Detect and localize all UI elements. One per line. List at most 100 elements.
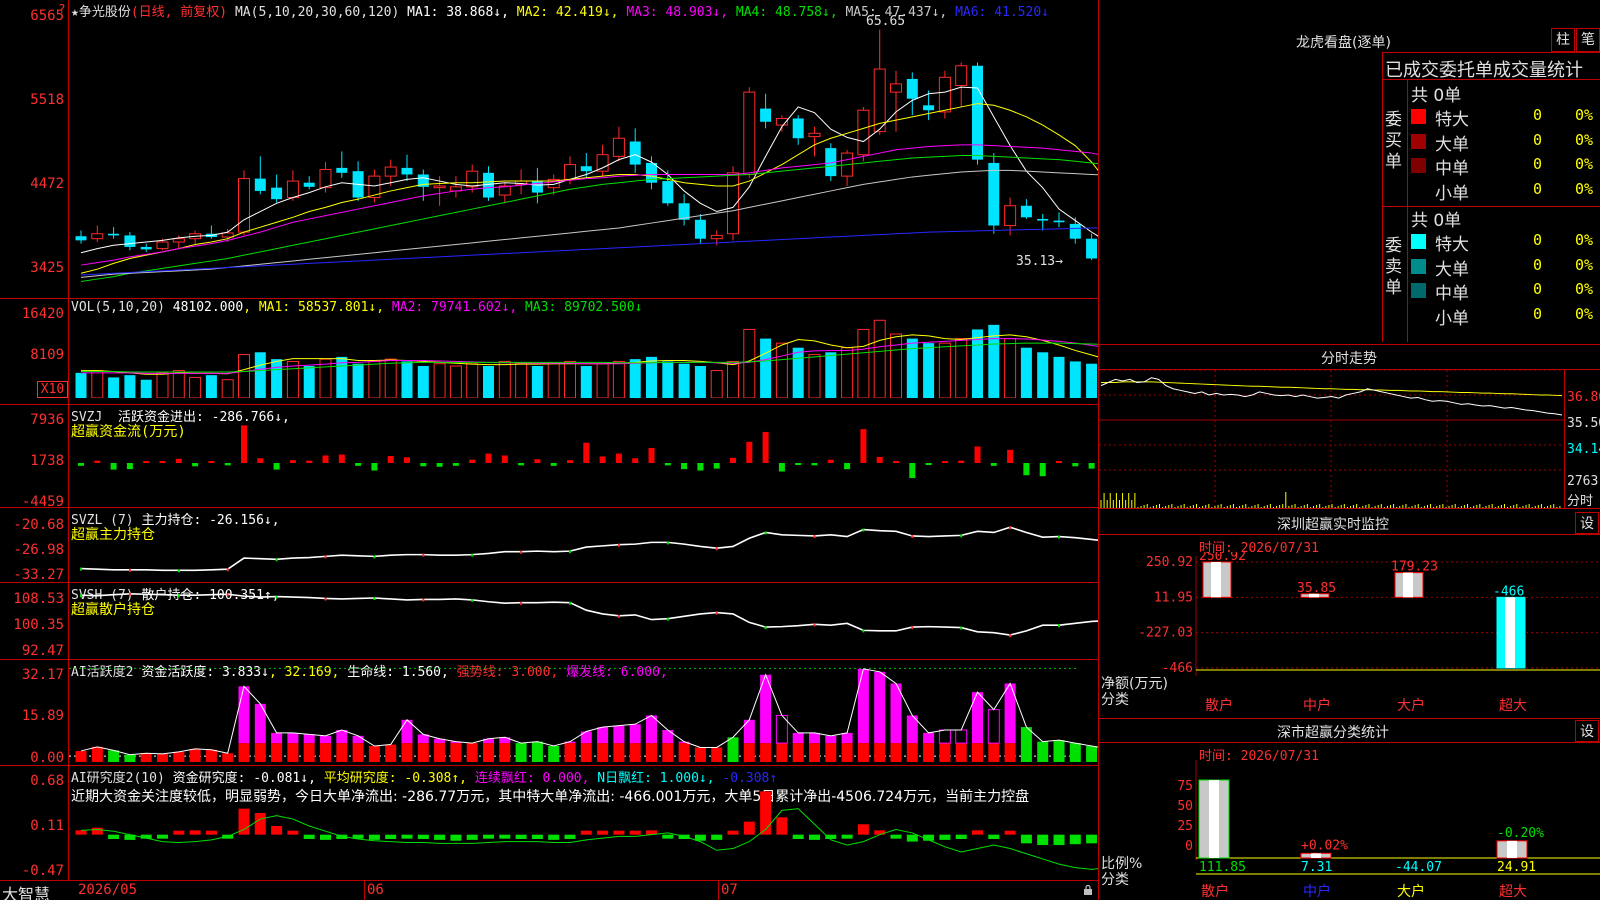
vol-bar: [319, 358, 332, 398]
vol-bar: [417, 366, 429, 398]
left-chart-area[interactable]: ? ★争光股份(日线, 前复权) MA(5,10,20,30,60,120) M…: [0, 0, 1098, 900]
kline-candle: [955, 65, 968, 87]
svzj-bar: [143, 461, 150, 463]
kline-candle: [808, 132, 821, 138]
huoyue-bar-top: [841, 732, 853, 744]
svzj-bar: [632, 458, 639, 463]
szjk-y-tick: 250.92: [1146, 555, 1193, 570]
vol-bar: [368, 360, 381, 398]
yanjiu-bar: [890, 834, 902, 839]
kline-y-label-2: 4472: [30, 176, 64, 192]
lhb-tick-button[interactable]: 笔: [1576, 28, 1600, 52]
fenshi-chart[interactable]: [1099, 370, 1564, 508]
kline-y-label-3: 3425: [30, 260, 64, 276]
huoyue-bar: [385, 744, 397, 762]
huoyue-bar: [613, 743, 625, 762]
fltj-chart[interactable]: 75 50 25 0 111.85 散户 +0.02% 7.31 中户 -44.07 大户 -0.20…: [1099, 760, 1600, 900]
yanjiu-y-label-2: -0.47: [21, 863, 64, 879]
lock-icon[interactable]: [1083, 884, 1093, 895]
svzl-y-label-0: -20.68: [13, 517, 64, 533]
svzj-bar: [338, 454, 345, 463]
legend-swatch: [1411, 183, 1426, 198]
huoyue-bar: [238, 743, 250, 762]
huoyue-bar: [1053, 740, 1065, 762]
kline-low-label: 35.13→: [1016, 254, 1063, 269]
svzj-bar: [697, 463, 704, 471]
huoyue-bar: [743, 743, 755, 762]
svzj-bar: [664, 463, 671, 466]
vol-bar: [775, 342, 788, 398]
huoyue-bar: [727, 737, 739, 762]
huoyue-bar: [646, 743, 657, 762]
huoyue-bar: [1037, 741, 1049, 762]
svzl-chart[interactable]: [69, 508, 1098, 582]
yanjiu-bar: [75, 830, 87, 835]
vol-y-label-1: 8109: [30, 347, 64, 363]
lhb-sell-label: 委卖单: [1385, 236, 1402, 298]
vol-bar: [483, 366, 494, 398]
fltj-bar-highlight: [1209, 780, 1219, 858]
kline-chart[interactable]: [69, 18, 1098, 298]
huoyue-bar: [955, 743, 967, 762]
huoyue-bar-top: [336, 730, 348, 744]
kline-candle: [629, 141, 641, 165]
sell-row: 大单 0 0%: [1409, 254, 1600, 280]
fenshi-y-label-0: 36.86: [1567, 390, 1600, 405]
sell-name: 特大: [1435, 235, 1469, 255]
svzj-bar: [436, 463, 443, 467]
vol-bar: [352, 363, 364, 398]
buy-count: 0: [1533, 179, 1543, 198]
vol-bar: [384, 358, 397, 398]
svzj-bar: [844, 463, 851, 470]
yanjiu-bar: [434, 834, 446, 840]
huoyue-bar: [189, 748, 201, 762]
svzj-bar: [273, 463, 280, 470]
szjk-xlabel: 分类: [1101, 692, 1129, 708]
yanjiu-bar: [1004, 830, 1016, 835]
svsh-chart[interactable]: [69, 583, 1098, 659]
yanjiu-bar: [254, 813, 266, 835]
vol-bar: [1037, 352, 1049, 398]
svsh-tick: [128, 592, 131, 596]
svzl-tick: [520, 550, 523, 554]
svzj-chart[interactable]: [69, 405, 1098, 507]
szjk-value-label: 179.23: [1391, 560, 1438, 575]
vol-chart[interactable]: [69, 318, 1098, 398]
lhb-sell-rows: 特大 0 0% 大单 0 0% 中单 0 0% 小单 0 0%: [1409, 229, 1600, 329]
huoyue-bar: [548, 746, 560, 762]
kline-candle: [401, 167, 413, 175]
vol-bar: [1004, 338, 1017, 398]
vol-bar: [205, 375, 217, 398]
huoyue-bar: [711, 747, 723, 762]
huoyue-bar: [792, 743, 804, 762]
huoyue-bar: [972, 743, 983, 762]
vol-bar: [498, 360, 511, 398]
huoyue-chart[interactable]: [69, 660, 1098, 765]
fltj-settings-button[interactable]: 设: [1575, 720, 1599, 742]
kline-candle: [662, 181, 674, 204]
szjk-chart[interactable]: 250.92 11.95 -227.03 -466 250.92 散户 35.85 中户 179…: [1099, 552, 1600, 718]
buy-pct: 0%: [1575, 106, 1594, 124]
fltj-title: 深市超赢分类统计: [1277, 725, 1389, 741]
szjk-y-tick: -227.03: [1138, 626, 1193, 641]
svsh-tick: [80, 594, 82, 598]
yanjiu-chart[interactable]: [69, 766, 1098, 880]
svzj-bar: [110, 463, 117, 470]
szjk-settings-button[interactable]: 设: [1575, 512, 1599, 534]
yanjiu-bar: [287, 830, 299, 835]
legend-swatch: [1411, 158, 1426, 173]
svsh-tick: [226, 593, 229, 597]
vol-bar: [662, 361, 674, 398]
buy-name: 大单: [1435, 134, 1469, 155]
vol-bar: [91, 370, 104, 398]
huoyue-bar: [825, 743, 837, 762]
vol-bar: [515, 363, 528, 398]
svsh-tick: [275, 595, 278, 599]
fltj-top-label: -0.20%: [1497, 826, 1544, 841]
huoyue-bar-top: [825, 735, 837, 744]
app-name[interactable]: 大智慧: [2, 881, 50, 900]
svzl-tick: [715, 547, 718, 551]
fenshi-y-label-1: 35.50: [1567, 416, 1600, 431]
lhb-bar-button[interactable]: 柱: [1551, 28, 1575, 52]
huoyue-bar-top: [987, 709, 1000, 744]
